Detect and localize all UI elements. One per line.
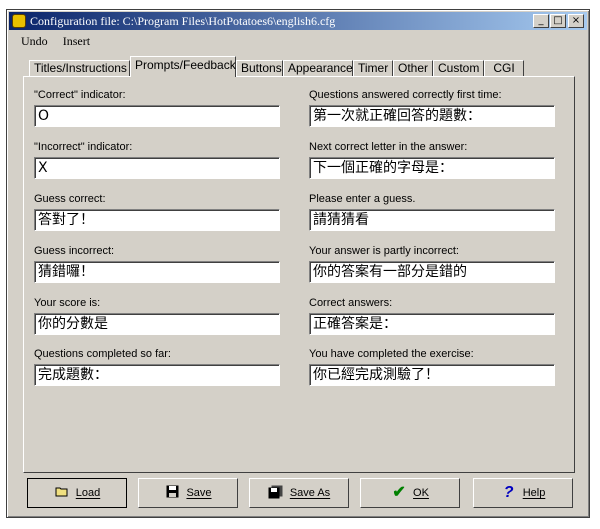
answered-first-time-input[interactable]: 第一次就正確回答的題數：: [309, 105, 555, 127]
maximize-button[interactable]: □: [550, 14, 566, 28]
load-button[interactable]: Load: [27, 478, 127, 508]
tab-custom[interactable]: Custom: [433, 60, 484, 76]
check-icon: ✔: [392, 484, 406, 501]
tab-appearance[interactable]: Appearance: [283, 60, 353, 76]
menu-undo[interactable]: Undo: [21, 34, 48, 49]
help-label: Help: [522, 487, 546, 499]
ok-button[interactable]: ✔ OK: [360, 478, 460, 508]
correct-indicator-label: "Correct" indicator:: [34, 89, 126, 101]
answered-first-time-label: Questions answered correctly first time:: [309, 89, 502, 101]
guess-correct-label: Guess correct:: [34, 193, 106, 205]
incorrect-indicator-label: "Incorrect" indicator:: [34, 141, 133, 153]
partly-incorrect-label: Your answer is partly incorrect:: [309, 245, 459, 257]
partly-incorrect-input[interactable]: 你的答案有一部分是錯的: [309, 261, 555, 283]
next-correct-letter-input[interactable]: 下一個正確的字母是：: [309, 157, 555, 179]
completed-exercise-label: You have completed the exercise:: [309, 348, 474, 360]
help-button[interactable]: ? Help: [473, 478, 573, 508]
floppy-disk-icon: [164, 485, 180, 501]
menu-insert[interactable]: Insert: [63, 34, 90, 49]
app-icon: [12, 14, 26, 28]
save-as-button[interactable]: Save As: [249, 478, 349, 508]
save-button[interactable]: Save: [138, 478, 238, 508]
questions-completed-label: Questions completed so far:: [34, 348, 171, 360]
menu-bar: Undo Insert: [21, 34, 102, 50]
questions-completed-input[interactable]: 完成題數：: [34, 364, 280, 386]
correct-answers-input[interactable]: 正確答案是：: [309, 313, 555, 335]
save-label: Save: [186, 487, 212, 499]
folder-icon: [54, 485, 70, 501]
guess-correct-input[interactable]: 答對了！: [34, 209, 280, 231]
tab-buttons[interactable]: Buttons: [236, 60, 283, 76]
next-correct-letter-label: Next correct letter in the answer:: [309, 141, 468, 153]
button-bar: Load Save Save As ✔ OK ? Help: [25, 475, 577, 513]
floppy-disks-icon: [268, 485, 284, 501]
correct-answers-label: Correct answers:: [309, 297, 393, 309]
guess-incorrect-input[interactable]: 猜錯囉！: [34, 261, 280, 283]
minimize-button[interactable]: _: [533, 14, 549, 28]
tab-other[interactable]: Other: [393, 60, 433, 76]
tab-titles-instructions[interactable]: Titles/Instructions: [29, 60, 130, 76]
tab-cgi[interactable]: CGI: [484, 60, 524, 76]
tab-timer[interactable]: Timer: [353, 60, 393, 76]
close-button[interactable]: ×: [568, 14, 584, 28]
your-score-label: Your score is:: [34, 297, 101, 309]
incorrect-indicator-input[interactable]: X: [34, 157, 280, 179]
prompts-feedback-panel: "Correct" indicator: O "Incorrect" indic…: [23, 76, 575, 473]
title-bar[interactable]: Configuration file: C:\Program Files\Hot…: [9, 12, 587, 30]
ok-label: OK: [413, 487, 429, 499]
guess-incorrect-label: Guess incorrect:: [34, 245, 115, 257]
load-label: Load: [75, 487, 101, 499]
config-dialog: Configuration file: C:\Program Files\Hot…: [6, 9, 590, 518]
completed-exercise-input[interactable]: 你已經完成測驗了！: [309, 364, 555, 386]
tab-prompts-feedback[interactable]: Prompts/Feedback: [130, 56, 236, 77]
your-score-input[interactable]: 你的分數是: [34, 313, 280, 335]
enter-guess-input[interactable]: 請猜猜看: [309, 209, 555, 231]
question-mark-icon: ?: [503, 484, 514, 501]
window-title: Configuration file: C:\Program Files\Hot…: [30, 14, 336, 28]
correct-indicator-input[interactable]: O: [34, 105, 280, 127]
save-as-label: Save As: [289, 487, 331, 499]
enter-guess-label: Please enter a guess.: [309, 193, 416, 205]
